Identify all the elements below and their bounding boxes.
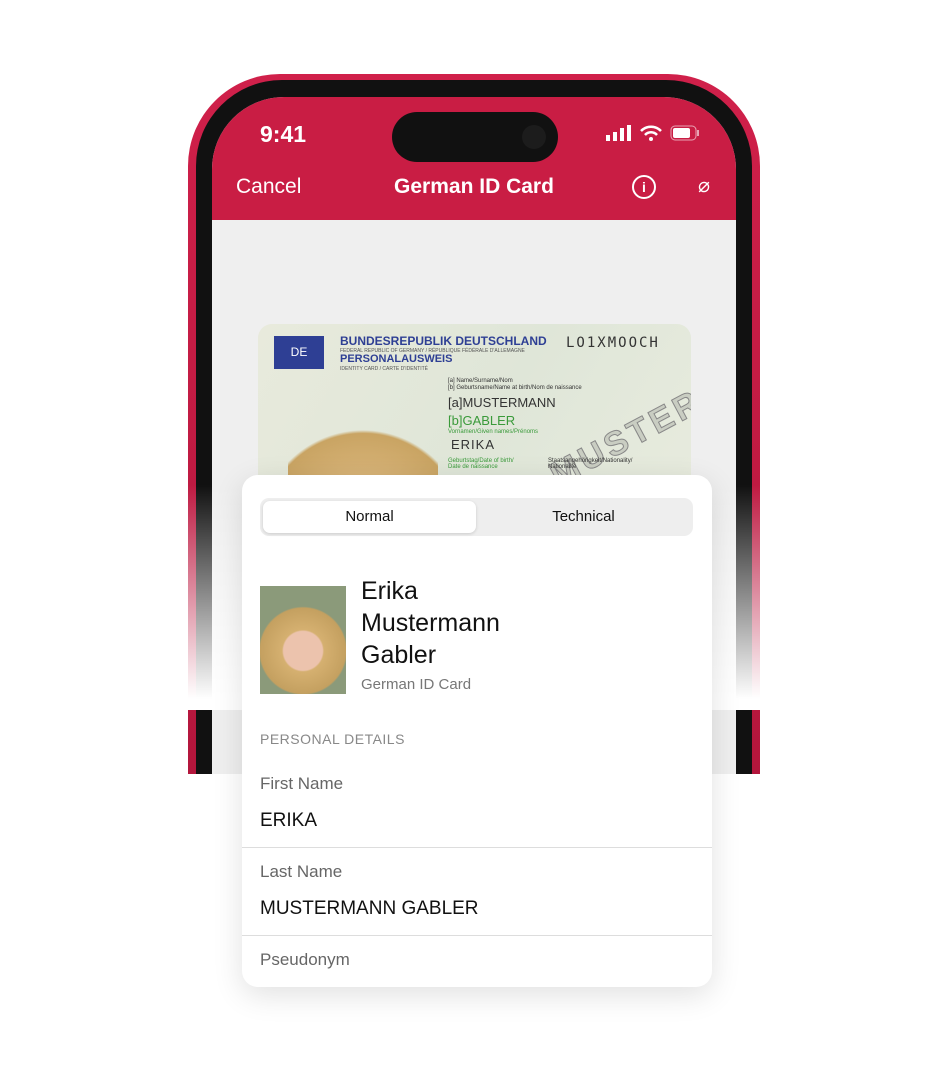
status-time: 9:41 xyxy=(260,121,307,147)
status-icons xyxy=(606,125,700,141)
dynamic-island xyxy=(392,112,558,162)
segmented-control: Normal Technical xyxy=(260,498,693,536)
document-type: German ID Card xyxy=(361,676,472,693)
last-name-value: MUSTERMANN GABLER xyxy=(260,898,479,919)
portrait-photo xyxy=(260,586,346,694)
last-name-label: Last Name xyxy=(260,862,343,881)
details-sheet: Normal Technical Erika Mustermann Gabler… xyxy=(242,475,712,987)
page-title: German ID Card xyxy=(394,175,554,198)
camera-icon xyxy=(522,125,546,149)
holder-name: Erika Mustermann Gabler xyxy=(361,575,500,671)
info-icon[interactable]: i xyxy=(632,175,656,199)
card-birthname-label: [b] Geburtsname/Name at birth/Nom de nai… xyxy=(448,385,582,391)
nav-bar: 9:41 Cancel German ID Card i ⌀ xyxy=(212,97,736,220)
card-surname: [a]MUSTERMANN xyxy=(448,395,556,410)
card-surname-label: [a] Name/Surname/Nom xyxy=(448,378,513,384)
divider xyxy=(242,935,712,936)
battery-icon xyxy=(670,125,699,141)
card-birthname: [b]GABLER xyxy=(448,413,516,428)
card-issuer: BUNDESREPUBLIK DEUTSCHLAND xyxy=(340,334,547,348)
eu-flag: DE xyxy=(274,336,324,369)
card-nationality-label: Staatsangehörigkeit/Nationality/ Nationa… xyxy=(548,458,633,470)
wifi-icon xyxy=(640,125,662,141)
tab-normal[interactable]: Normal xyxy=(263,501,476,533)
tab-technical[interactable]: Technical xyxy=(477,501,690,533)
first-name-value: ERIKA xyxy=(260,810,318,831)
first-name-label: First Name xyxy=(260,774,344,793)
card-dob-label: Geburtstag/Date of birth/ Date de naissa… xyxy=(448,458,514,470)
card-doc-sub: IDENTITY CARD / CARTE D'IDENTITÉ xyxy=(340,366,429,372)
name-line: Gabler xyxy=(361,641,437,669)
flashlight-off-icon[interactable]: ⌀ xyxy=(698,173,710,198)
signal-icon xyxy=(606,125,631,141)
card-doc-type: PERSONALAUSWEIS xyxy=(340,353,453,365)
name-line: Mustermann xyxy=(361,609,500,637)
name-line: Erika xyxy=(361,577,418,605)
card-given: ERIKA xyxy=(451,437,496,452)
divider xyxy=(242,847,712,848)
card-given-label: Vornamen/Given names/Prénoms xyxy=(448,429,539,435)
section-header: PERSONAL DETAILS xyxy=(260,731,405,747)
card-number: LO1XMOOCH xyxy=(566,335,660,351)
pseudonym-label: Pseudonym xyxy=(260,950,350,969)
